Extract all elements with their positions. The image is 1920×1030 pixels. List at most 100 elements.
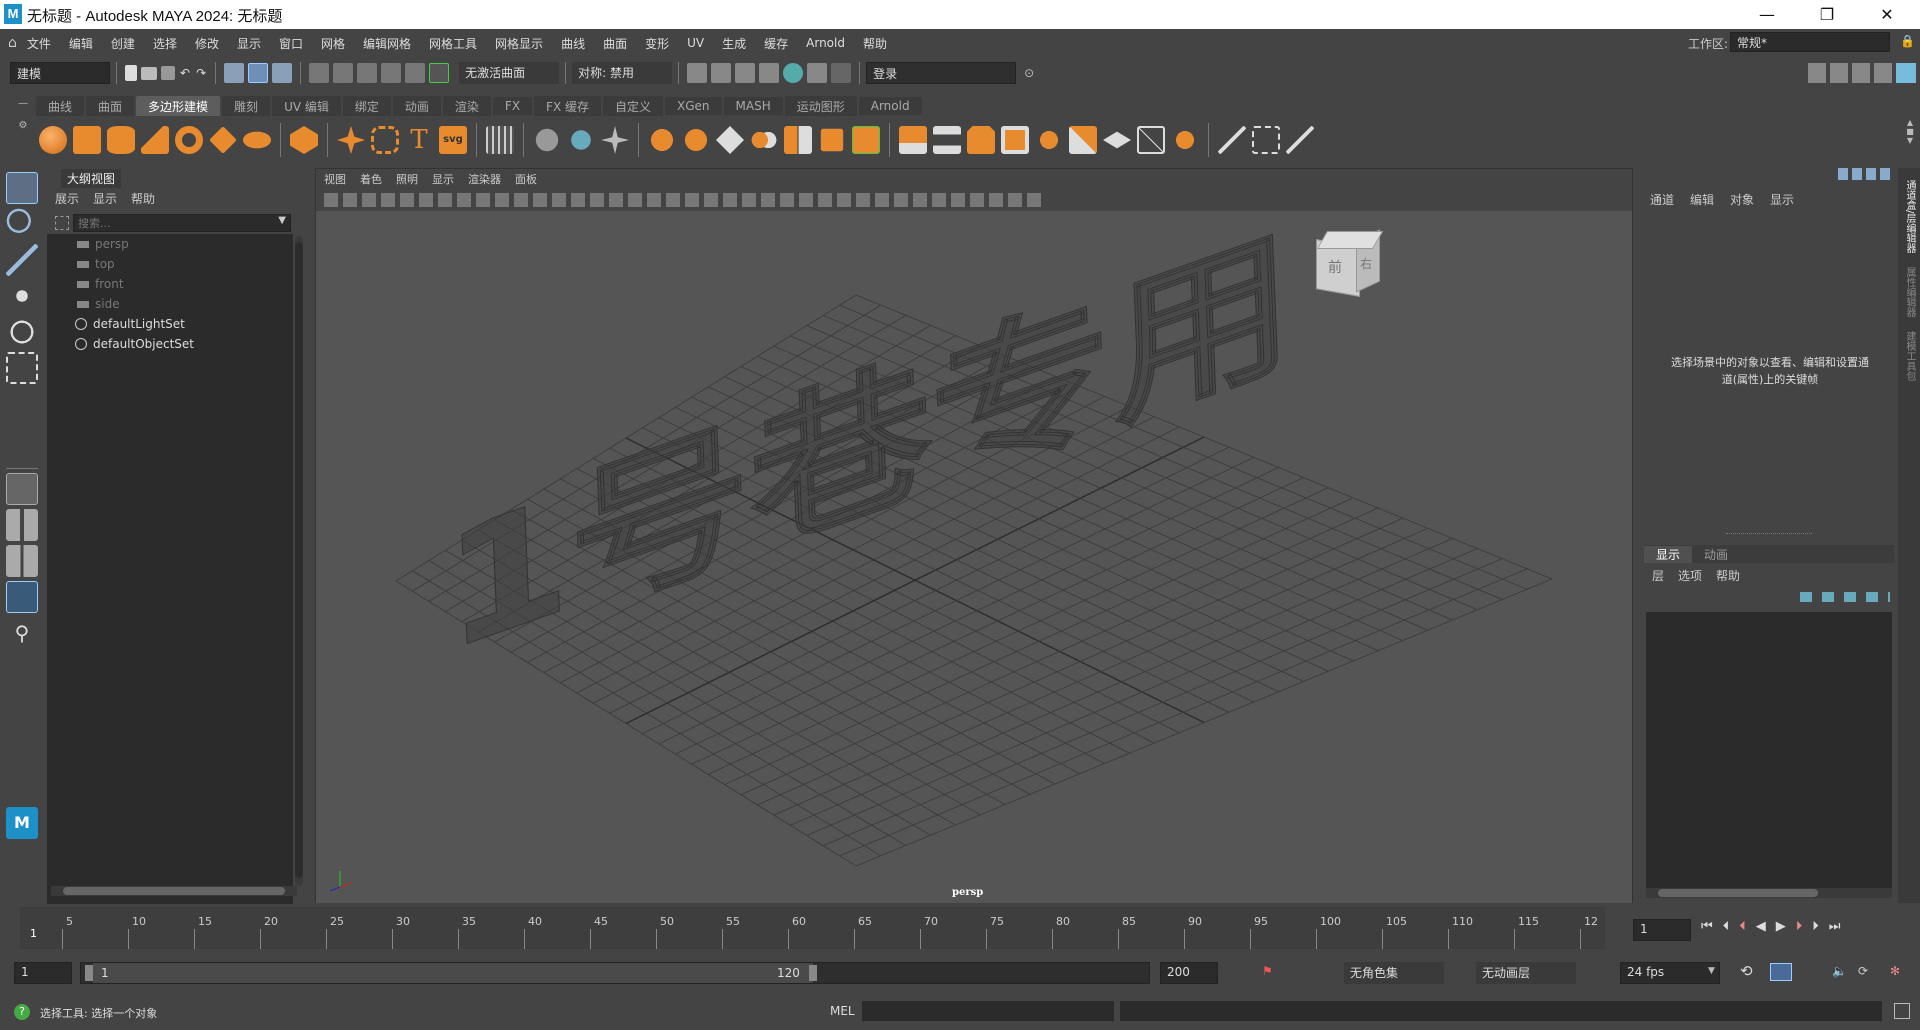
live-surface-field[interactable]: 无激活曲面 <box>459 62 560 84</box>
paint-select-icon[interactable] <box>6 244 38 276</box>
shelf-tab[interactable]: Arnold <box>858 97 922 115</box>
snap-point-icon[interactable] <box>357 63 378 83</box>
shelf-scroll[interactable]: ▲ ■ ▼ <box>1904 118 1916 158</box>
transform-component-icon[interactable] <box>535 128 559 152</box>
cube-icon[interactable] <box>73 126 101 154</box>
wedge-icon[interactable] <box>1069 126 1097 154</box>
step-forward-key-icon[interactable]: ⏵ <box>1812 919 1819 934</box>
extrude-icon[interactable] <box>899 126 927 154</box>
outliner-item[interactable]: top <box>47 254 293 274</box>
play-forward-icon[interactable]: ▶ <box>1776 919 1786 934</box>
snap-grid-icon[interactable] <box>309 63 330 83</box>
undo-icon[interactable]: ↶ <box>180 66 190 80</box>
viewport-menu-item[interactable]: 视图 <box>324 171 346 187</box>
fill-hole-icon[interactable] <box>1001 126 1029 154</box>
menu-item[interactable]: 网格工具 <box>429 35 477 52</box>
side-tab-attribute-editor[interactable]: 属性编辑器 <box>1902 267 1917 317</box>
shelf-tab[interactable]: 渲染 <box>442 95 491 117</box>
circularize-icon[interactable] <box>1103 131 1131 149</box>
viewport-menu-item[interactable]: 照明 <box>396 171 418 187</box>
panel-layout-icons[interactable] <box>1808 63 1916 83</box>
render-view-icon[interactable] <box>687 63 708 83</box>
menu-item[interactable]: UV <box>687 36 704 50</box>
layer-tab-display[interactable]: 显示 <box>1644 545 1693 563</box>
shelf-tab[interactable]: XGen <box>665 97 722 115</box>
menu-item[interactable]: 显示 <box>237 35 261 52</box>
home-icon[interactable]: ⌂ <box>8 35 17 51</box>
helix-icon[interactable] <box>371 126 399 154</box>
shelf-tab[interactable]: 运动图形 <box>784 95 857 117</box>
snap-live-icon[interactable] <box>429 63 450 83</box>
render-settings-icon[interactable] <box>759 63 780 83</box>
anim-layer-select[interactable]: 无动画层 <box>1476 962 1576 984</box>
smooth-icon[interactable] <box>716 126 744 154</box>
redo-icon[interactable]: ↷ <box>196 66 206 80</box>
step-back-frame-icon[interactable]: ⏴ <box>1739 919 1746 934</box>
poly-count-icon[interactable] <box>486 126 514 154</box>
shelf-tab[interactable]: MASH <box>723 97 783 115</box>
outliner-hscroll[interactable] <box>51 886 297 896</box>
cone-icon[interactable] <box>141 126 169 154</box>
cb-menu-channels[interactable]: 通道 <box>1650 191 1674 208</box>
animation-end-field[interactable]: 200 <box>1160 962 1218 984</box>
layer-menu-layers[interactable]: 层 <box>1652 567 1664 584</box>
outliner-item[interactable]: persp <box>47 234 293 254</box>
step-back-key-icon[interactable]: ⏴ <box>1723 919 1730 934</box>
current-frame-field[interactable]: 1 <box>1633 919 1691 941</box>
goto-end-icon[interactable]: ⏭ <box>1829 919 1841 934</box>
shelf-tab[interactable]: 曲面 <box>86 95 135 117</box>
menu-item[interactable]: Arnold <box>806 36 845 50</box>
menu-item[interactable]: 网格 <box>321 35 345 52</box>
command-lang-label[interactable]: MEL <box>830 1004 855 1018</box>
menu-set-select[interactable]: 建模 <box>10 62 110 84</box>
layer-menu-options[interactable]: 选项 <box>1678 567 1702 584</box>
workspace-select[interactable]: 常规* <box>1730 32 1890 52</box>
shelf-tab[interactable]: FX 缓存 <box>534 95 601 117</box>
menu-item[interactable]: 修改 <box>195 35 219 52</box>
channel-box-top-icons[interactable] <box>1838 168 1894 180</box>
shelf-tab[interactable]: 自定义 <box>603 95 664 117</box>
remesh-icon[interactable] <box>852 126 880 154</box>
boolean-icon[interactable] <box>750 126 778 154</box>
menu-item[interactable]: 曲面 <box>603 35 627 52</box>
loop-icon[interactable]: ⟲ <box>1740 962 1753 980</box>
goto-start-icon[interactable]: ⏮ <box>1701 919 1713 934</box>
bridge-icon[interactable] <box>933 126 961 154</box>
play-backward-icon[interactable]: ◀ <box>1756 919 1766 934</box>
login-button[interactable]: 登录 <box>866 62 1017 84</box>
layer-hscroll[interactable] <box>1646 888 1892 898</box>
layer-tab-anim[interactable]: 动画 <box>1692 546 1740 563</box>
cache-playback-icon[interactable] <box>1770 963 1792 981</box>
outliner-menu-help[interactable]: 帮助 <box>131 190 155 207</box>
side-tab-modeling-toolkit[interactable]: 建模工具包 <box>1902 331 1917 381</box>
type-text-icon[interactable]: T <box>405 126 433 154</box>
time-slider[interactable]: 5 10 15 20 25 30 35 40 45 50 55 60 65 70 75 80 85 90 95 100… <box>0 905 1920 955</box>
shelf-tab[interactable]: 动画 <box>392 95 441 117</box>
splitter[interactable] <box>1726 533 1812 534</box>
outliner-menu-show[interactable]: 展示 <box>55 190 79 207</box>
fps-select[interactable]: 24 fps <box>1620 962 1720 984</box>
viewcube[interactable]: 前 右 <box>1316 229 1384 297</box>
layer-icons[interactable] <box>1800 592 1890 602</box>
shelf-tab[interactable]: 多边形建模 <box>136 95 221 117</box>
menu-item[interactable]: 缓存 <box>764 35 788 52</box>
viewport-menu-item[interactable]: 显示 <box>432 171 454 187</box>
shelf-tab[interactable]: UV 编辑 <box>272 95 341 117</box>
shelf-tab[interactable]: 绑定 <box>342 95 391 117</box>
outliner-menu-display[interactable]: 显示 <box>93 190 117 207</box>
outliner-item[interactable]: side <box>47 294 293 314</box>
triangulate-icon[interactable] <box>1137 126 1165 154</box>
menu-item[interactable]: 选择 <box>153 35 177 52</box>
outliner-layout-icon[interactable] <box>6 581 38 613</box>
menu-item[interactable]: 网格显示 <box>495 35 543 52</box>
anim-prefs-icon[interactable]: ⟳ <box>1858 964 1868 978</box>
viewport-panel[interactable]: 视图 着色 照明 显示 渲染器 面板 1号巷专用 前 右 persp <box>315 168 1633 903</box>
new-scene-icon[interactable] <box>125 65 137 81</box>
snap-curve-icon[interactable] <box>333 63 354 83</box>
menu-item[interactable]: 文件 <box>27 35 51 52</box>
svg-icon[interactable]: svg <box>439 126 467 154</box>
side-tab-channelbox[interactable]: 通道盒/层编辑器 <box>1902 180 1917 253</box>
menu-item[interactable]: 变形 <box>645 35 669 52</box>
arnold-render-icon[interactable] <box>807 63 828 83</box>
search-icon[interactable]: ⚲ <box>6 617 38 649</box>
